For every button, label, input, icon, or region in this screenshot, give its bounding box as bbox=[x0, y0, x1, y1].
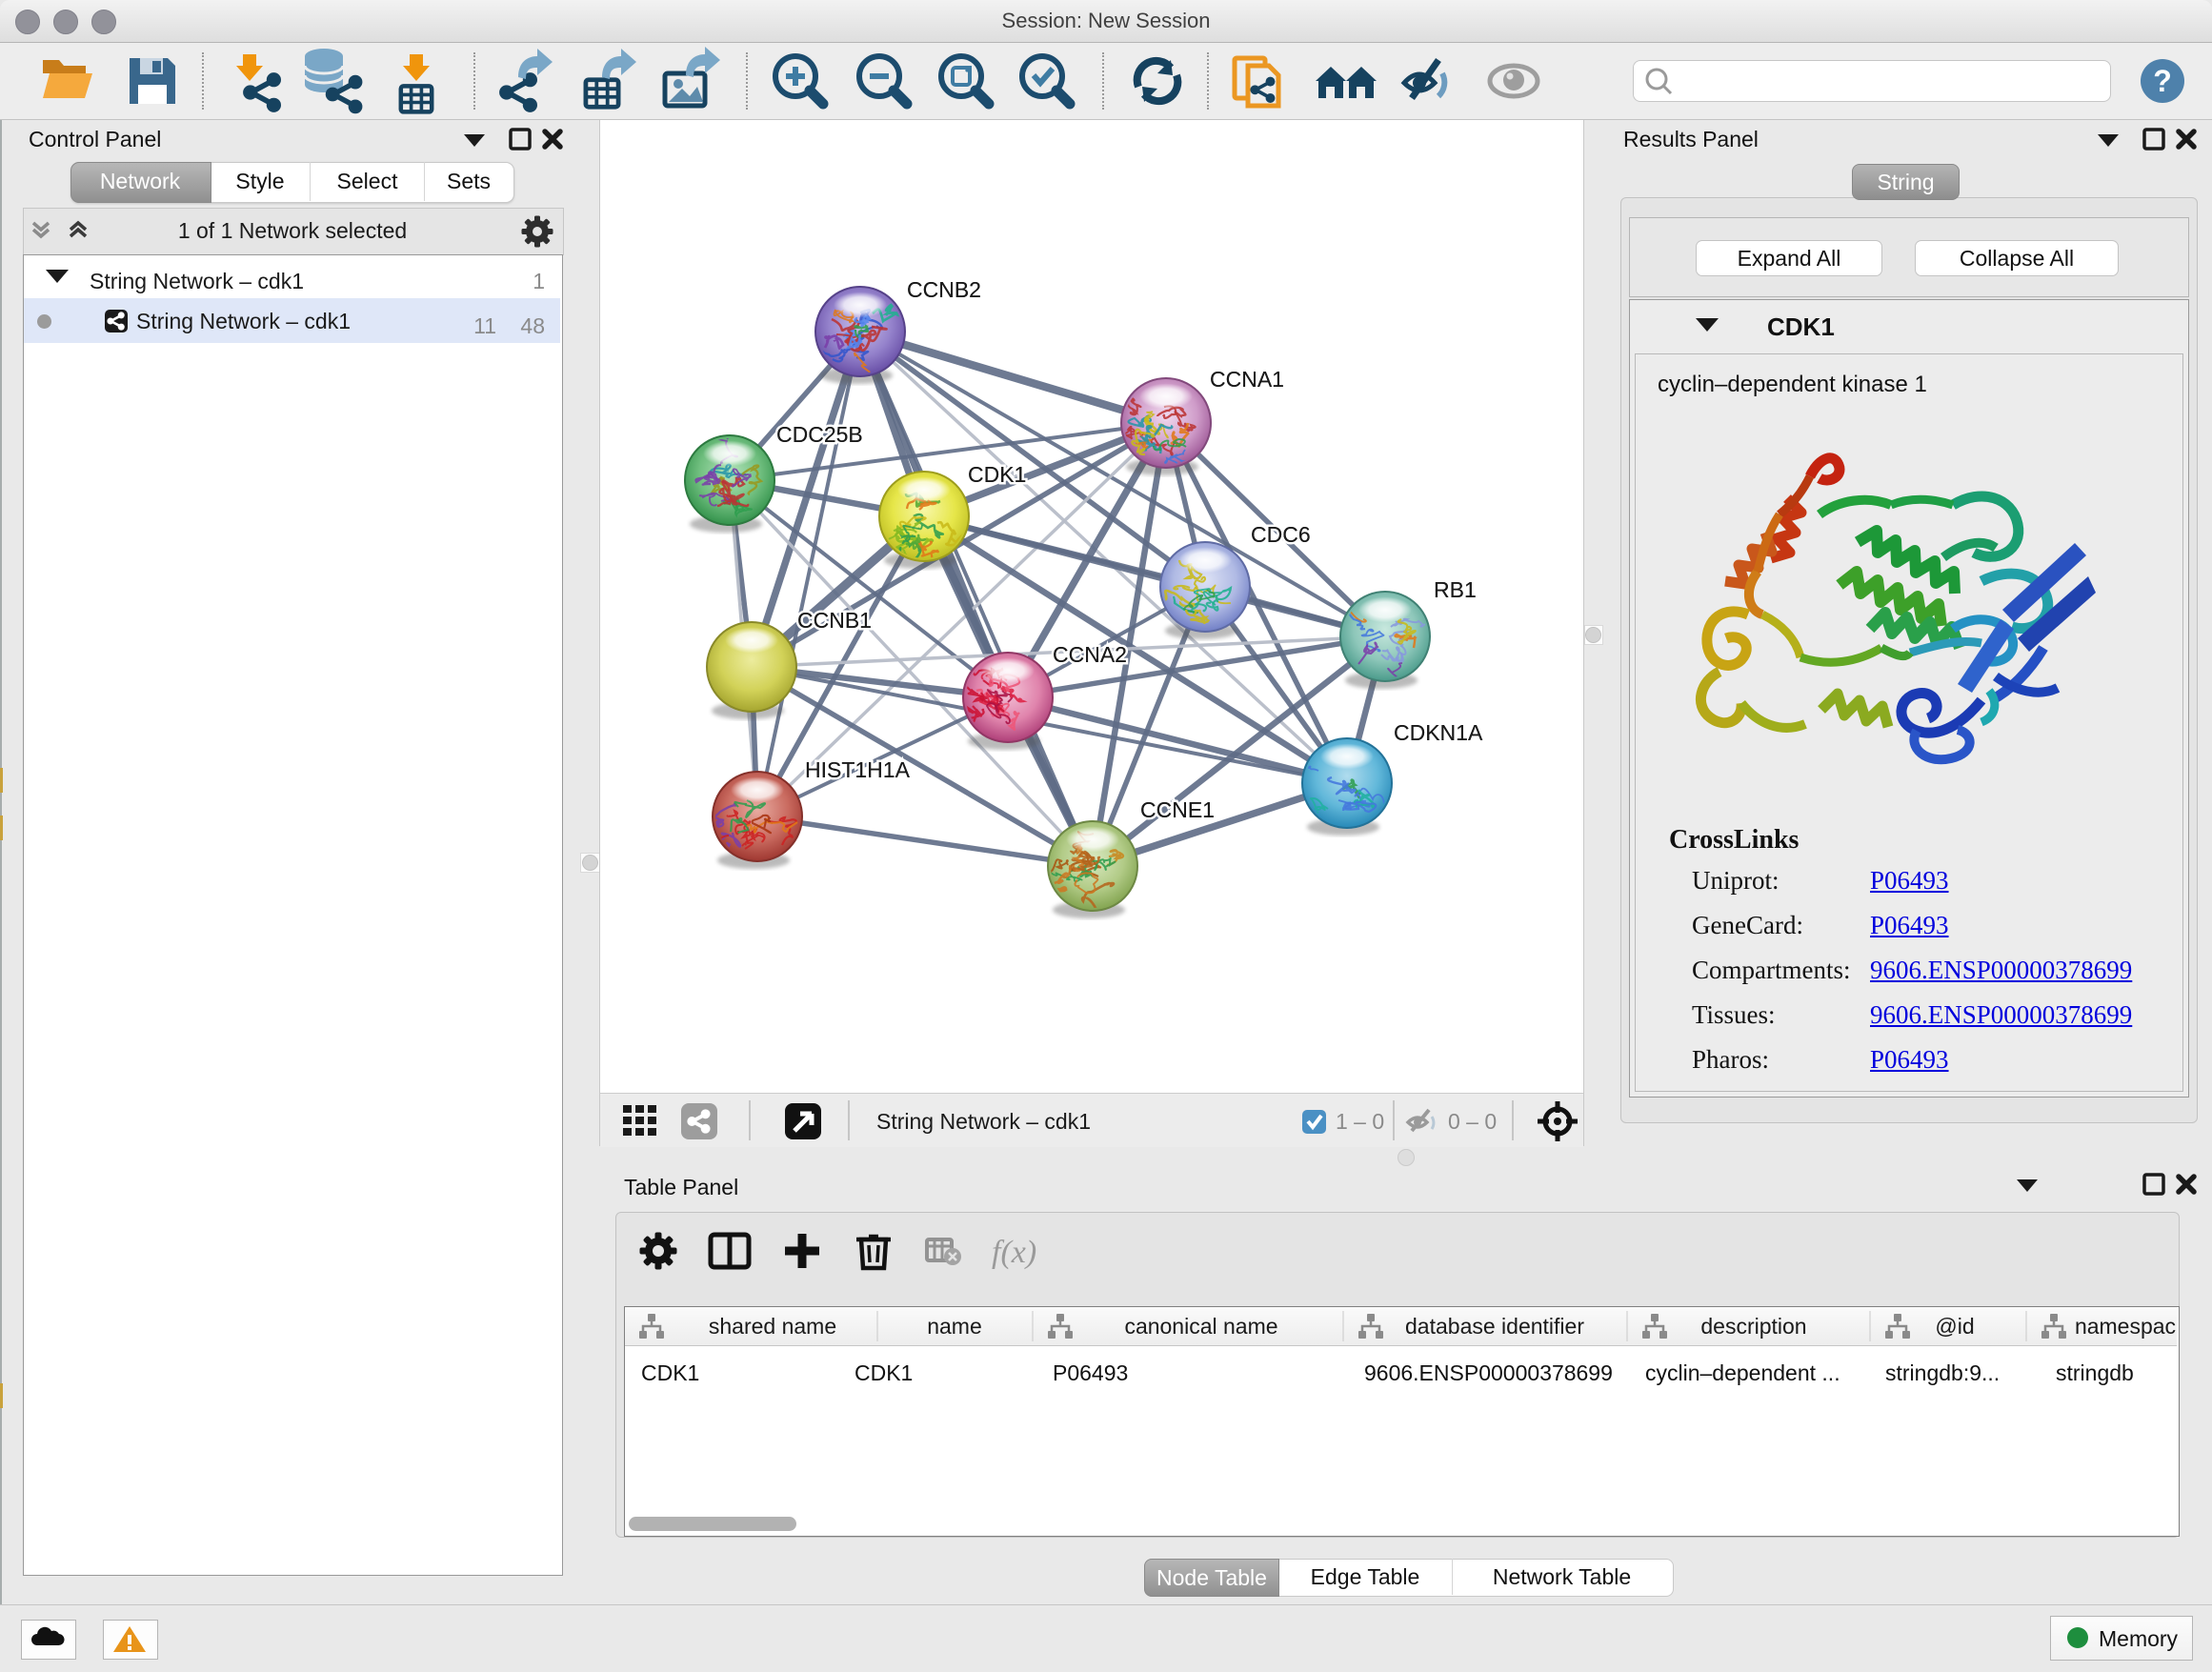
svg-text:shared name: shared name bbox=[709, 1314, 836, 1339]
svg-text:RB1: RB1 bbox=[1434, 577, 1477, 602]
svg-text:description: description bbox=[1700, 1314, 1806, 1339]
svg-text:f(x): f(x) bbox=[992, 1235, 1036, 1270]
svg-text:name: name bbox=[927, 1314, 982, 1339]
svg-text:CDC6: CDC6 bbox=[1251, 522, 1311, 547]
svg-text:@id: @id bbox=[1935, 1314, 1974, 1339]
svg-text:CDKN1A: CDKN1A bbox=[1394, 720, 1483, 745]
svg-text:CCNE1: CCNE1 bbox=[1140, 797, 1215, 822]
svg-text:database identifier: database identifier bbox=[1405, 1314, 1584, 1339]
svg-text:CCNA1: CCNA1 bbox=[1210, 367, 1284, 392]
svg-text:CCNB1: CCNB1 bbox=[797, 608, 872, 633]
svg-text:0 – 0: 0 – 0 bbox=[1448, 1109, 1497, 1134]
svg-text:namespac: namespac bbox=[2075, 1314, 2176, 1339]
svg-text:1 – 0: 1 – 0 bbox=[1336, 1109, 1384, 1134]
svg-text:CDK1: CDK1 bbox=[968, 462, 1026, 487]
svg-text:CCNA2: CCNA2 bbox=[1053, 642, 1127, 667]
svg-text:CDC25B: CDC25B bbox=[776, 422, 863, 447]
svg-text:HIST1H1A: HIST1H1A bbox=[805, 757, 911, 782]
svg-text:String Network – cdk1: String Network – cdk1 bbox=[876, 1109, 1091, 1134]
svg-text:CCNB2: CCNB2 bbox=[907, 277, 981, 302]
svg-text:canonical name: canonical name bbox=[1124, 1314, 1277, 1339]
svg-text:?: ? bbox=[2153, 64, 2172, 98]
